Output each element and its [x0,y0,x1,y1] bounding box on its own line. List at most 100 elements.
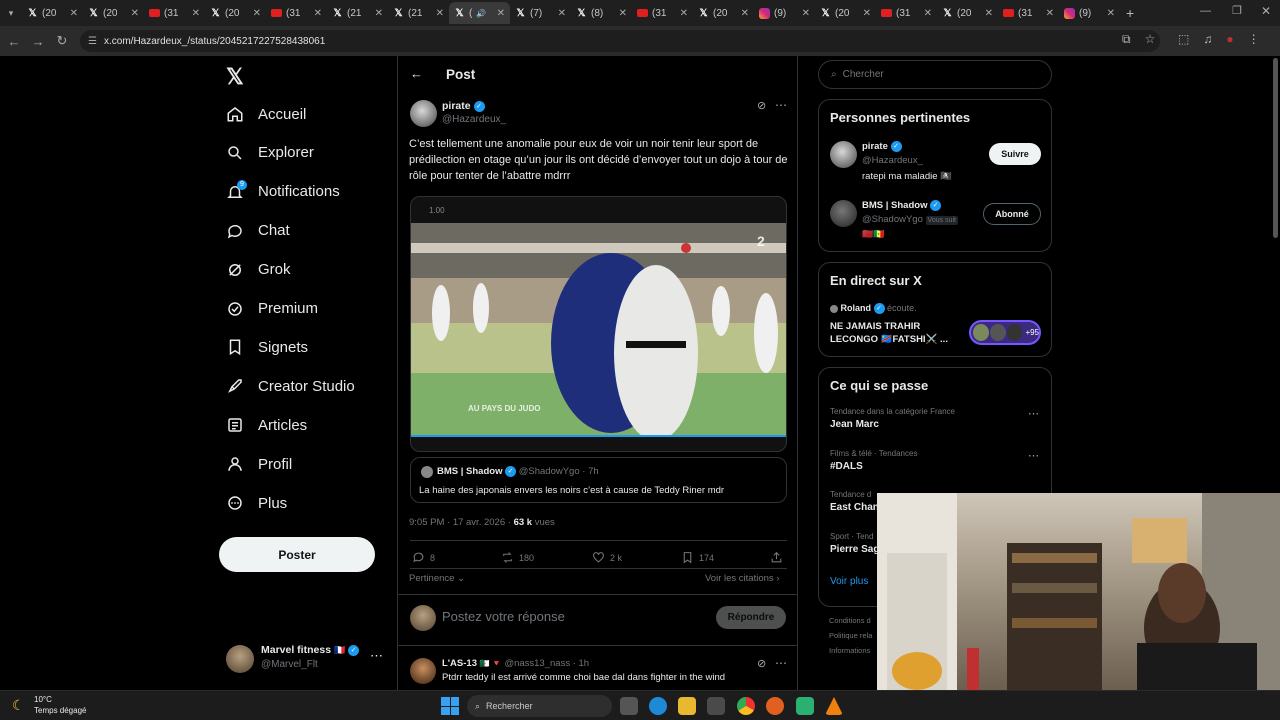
close-tab-icon[interactable]: ✕ [802,8,810,19]
browser-tab[interactable]: 𝕏 (20 ✕ [83,2,144,24]
footer-link[interactable]: Politique rela [829,628,872,643]
trend-item[interactable]: Tendance dans la catégorie France Jean Ma… [830,407,1042,443]
browser-tab[interactable]: (31 ✕ [998,2,1059,24]
back-button[interactable]: ← [410,66,423,81]
sidebar-item-explorer[interactable]: Explorer [226,138,314,168]
back-arrow-icon[interactable]: ← [2,34,26,49]
sidebar-item-profil[interactable]: Profil [226,449,292,479]
close-tab-icon[interactable]: ✕ [314,8,322,19]
file-explorer-icon[interactable] [678,697,696,715]
extensions-icon[interactable]: ⬚ [1178,32,1189,46]
space-title[interactable]: NE JAMAIS TRAHIR LECONGO 🇨🇩FATSHI⚔️ ... [830,320,960,346]
see-more-link[interactable]: Voir plus [830,576,868,587]
browser-tab[interactable]: (9) ✕ [754,2,815,24]
speaker-icon[interactable]: 🔊 [476,9,486,18]
close-tab-icon[interactable]: ✕ [680,8,688,19]
windows-start-icon[interactable] [441,697,459,715]
close-tab-icon[interactable]: ✕ [1046,8,1054,19]
browser-tab[interactable]: (31 ✕ [144,2,205,24]
edge-icon[interactable] [649,697,667,715]
x-logo-icon[interactable]: 𝕏 [226,64,244,90]
search-input[interactable]: ⌕ Chercher [818,60,1052,89]
like-action[interactable]: 2 k [592,551,622,564]
live-listeners[interactable]: +95 [969,320,1041,345]
close-tab-icon[interactable]: ✕ [924,8,932,19]
tweet-timestamp[interactable]: 9:05 PM · 17 avr. 2026 · [409,517,511,528]
follow-button[interactable]: Suivre [989,143,1041,165]
reply-action[interactable]: 8 [412,551,435,564]
sidebar-item-notifications[interactable]: 9 Notifications [226,177,340,207]
person-avatar[interactable] [830,141,857,168]
person-name[interactable]: BMS | Shadow [862,200,927,211]
close-tab-icon[interactable]: ✕ [497,8,505,19]
sidebar-item-plus[interactable]: Plus [226,488,287,518]
vlc-icon[interactable] [825,697,843,715]
media-controls-icon[interactable]: ♫ [1203,32,1212,46]
site-info-icon[interactable]: ☰ [88,36,97,47]
browser-menu-icon[interactable]: ⋮ [1248,32,1260,46]
bookmark-star-icon[interactable]: ☆ [1145,32,1156,47]
sidebar-item-creator-studio[interactable]: Creator Studio [226,371,355,401]
chrome-icon[interactable] [737,697,755,715]
sort-dropdown[interactable]: Pertinence ⌄ [409,573,465,584]
close-window-button[interactable]: ✕ [1261,4,1271,18]
sidebar-item-premium[interactable]: Premium [226,294,318,324]
following-button[interactable]: Abonné [983,203,1041,225]
person-avatar[interactable] [830,200,857,227]
view-quotes-link[interactable]: Voir les citations › [705,573,779,584]
tab-list-dropdown-icon[interactable]: ▾ [0,8,22,19]
store-icon[interactable] [707,697,725,715]
reply-input[interactable]: Postez votre réponse [442,609,565,624]
footer-link[interactable]: Conditions d [829,613,872,628]
firefox-icon[interactable] [766,697,784,715]
restore-window-button[interactable]: ❐ [1232,4,1242,17]
close-tab-icon[interactable]: ✕ [192,8,200,19]
minimize-window-button[interactable]: — [1200,5,1211,17]
browser-tab[interactable]: 𝕏 (20 ✕ [22,2,83,24]
weather-widget[interactable]: ☾ 10°C Temps dégagé [12,695,112,719]
game-app-icon[interactable] [796,697,814,715]
reload-icon[interactable]: ↻ [50,33,74,49]
repost-action[interactable]: 180 [501,551,534,564]
browser-tab[interactable]: (31 ✕ [632,2,693,24]
grok-explain-icon[interactable]: ⊘ [757,99,766,112]
more-options-icon[interactable]: ⋯ [1028,407,1039,420]
account-switcher[interactable]: Marvel fitness 🇫🇷 ✓ @Marvel_Flt ⋯ [226,642,386,674]
author-name[interactable]: pirate [442,100,471,112]
close-tab-icon[interactable]: ✕ [741,8,749,19]
forward-arrow-icon[interactable]: → [26,34,50,49]
page-scrollbar[interactable] [1273,58,1278,238]
trend-item[interactable]: Films & télé · Tendances #DALS ⋯ [830,449,1042,485]
browser-tab[interactable]: 𝕏 (21 ✕ [388,2,449,24]
more-options-icon[interactable]: ⋯ [1028,449,1039,462]
post-button[interactable]: Poster [219,537,375,572]
sidebar-item-accueil[interactable]: Accueil [226,99,306,129]
task-view-icon[interactable] [620,697,638,715]
grok-explain-icon[interactable]: ⊘ [757,657,766,670]
close-tab-icon[interactable]: ✕ [436,8,444,19]
close-tab-icon[interactable]: ✕ [131,8,139,19]
sidebar-item-chat[interactable]: Chat [226,216,290,246]
video-progress-bar[interactable] [411,435,786,437]
sidebar-item-grok[interactable]: Grok [226,255,291,285]
taskbar-search[interactable]: ⌕ Rechercher [467,695,612,717]
browser-tab[interactable]: (31 ✕ [266,2,327,24]
close-tab-icon[interactable]: ✕ [558,8,566,19]
browser-tab[interactable]: 𝕏 (🔊 ✕ [449,2,510,24]
browser-tab[interactable]: 𝕏 (7) ✕ [510,2,571,24]
profile-avatar-icon[interactable]: ● [1226,32,1233,46]
bookmark-action[interactable]: 174 [681,551,714,564]
close-tab-icon[interactable]: ✕ [863,8,871,19]
person-name[interactable]: pirate [862,141,888,152]
video-player[interactable]: 1.00 2 AU PAYS DU JUDO [410,196,787,452]
close-tab-icon[interactable]: ✕ [619,8,627,19]
close-tab-icon[interactable]: ✕ [1107,8,1115,19]
close-tab-icon[interactable]: ✕ [70,8,78,19]
browser-tab[interactable]: (31 ✕ [876,2,937,24]
close-tab-icon[interactable]: ✕ [253,8,261,19]
quoted-tweet[interactable]: BMS | Shadow ✓ @ShadowYgo · 7h La haine … [410,457,787,503]
browser-tab[interactable]: (9) ✕ [1059,2,1120,24]
install-app-icon[interactable]: ⧉ [1122,32,1131,47]
browser-tab[interactable]: 𝕏 (20 ✕ [815,2,876,24]
address-bar[interactable]: ☰ x.com/Hazardeux_/status/20452172275284… [80,30,1160,52]
